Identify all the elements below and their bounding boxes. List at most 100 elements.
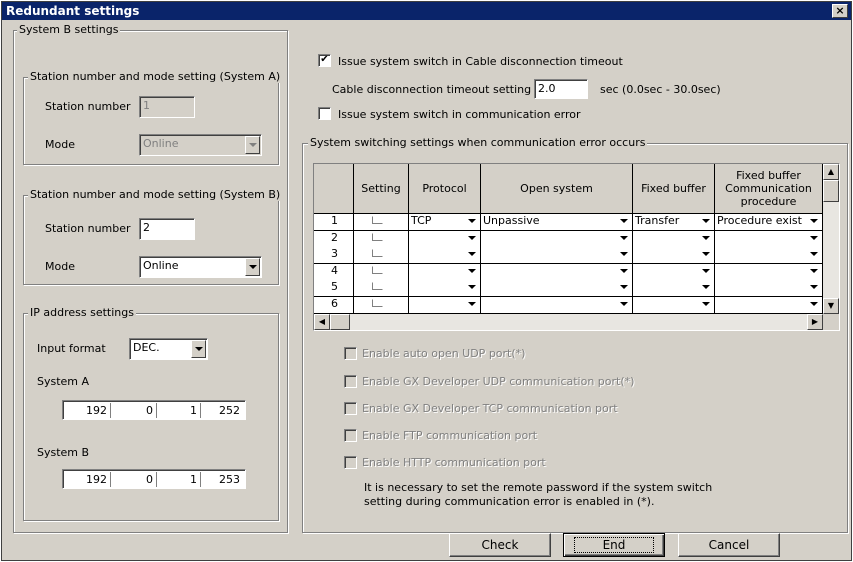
table-cell-fixed[interactable] bbox=[633, 230, 715, 248]
scroll-down-icon[interactable]: ▼ bbox=[823, 298, 839, 314]
table-cell-open[interactable] bbox=[481, 247, 633, 264]
station-a-mode-select: Online bbox=[139, 134, 262, 156]
table-cell-proc[interactable] bbox=[715, 280, 823, 297]
close-icon[interactable]: × bbox=[832, 4, 848, 18]
ip-octet[interactable]: 1 bbox=[157, 472, 201, 487]
table-cell-fixed[interactable] bbox=[633, 280, 715, 297]
scroll-hthumb[interactable] bbox=[330, 314, 350, 330]
chevron-down-icon[interactable] bbox=[465, 298, 479, 309]
table-cell-proc[interactable]: Procedure exist bbox=[715, 214, 823, 231]
table-cell-open[interactable] bbox=[481, 296, 633, 314]
chevron-down-icon[interactable] bbox=[465, 281, 479, 292]
table-cell-open[interactable] bbox=[481, 230, 633, 248]
setting-checkbox[interactable] bbox=[354, 263, 409, 281]
chevron-down-icon[interactable] bbox=[465, 248, 479, 259]
cell-text bbox=[633, 231, 635, 244]
table-cell-proc[interactable] bbox=[715, 296, 823, 314]
chevron-down-icon[interactable] bbox=[807, 265, 821, 276]
cell-text: Unpassive bbox=[483, 214, 540, 227]
ftp-checkbox bbox=[344, 429, 357, 442]
station-a-number-label: Station number bbox=[45, 100, 131, 113]
end-button[interactable]: End bbox=[563, 533, 665, 557]
checkbox-icon[interactable] bbox=[372, 249, 383, 257]
horizontal-scrollbar[interactable] bbox=[314, 314, 823, 330]
check-button[interactable]: Check bbox=[449, 533, 551, 557]
chevron-down-icon[interactable] bbox=[617, 298, 631, 309]
cable-timeout-input[interactable]: 2.0 bbox=[534, 79, 588, 99]
table-cell-proc[interactable] bbox=[715, 247, 823, 264]
cell-text bbox=[715, 297, 717, 310]
ip-octet[interactable]: 253 bbox=[201, 472, 243, 487]
setting-checkbox[interactable] bbox=[354, 214, 409, 231]
table-cell-fixed[interactable] bbox=[633, 296, 715, 314]
chevron-down-icon[interactable] bbox=[245, 258, 260, 276]
input-format-value: DEC. bbox=[133, 341, 160, 354]
corner-header bbox=[314, 164, 354, 214]
ip-octet[interactable]: 0 bbox=[111, 472, 157, 487]
checkbox-icon[interactable] bbox=[372, 282, 383, 290]
table-cell-fixed[interactable]: Transfer bbox=[633, 214, 715, 231]
table-cell-open[interactable] bbox=[481, 263, 633, 281]
checkbox-icon[interactable] bbox=[372, 232, 383, 241]
checkbox-icon[interactable] bbox=[372, 298, 383, 307]
chevron-down-icon[interactable] bbox=[807, 215, 821, 226]
table-cell-protocol[interactable] bbox=[409, 296, 481, 314]
checkbox-icon[interactable] bbox=[372, 265, 383, 274]
table-cell-fixed[interactable] bbox=[633, 247, 715, 264]
cell-text: 6 bbox=[331, 296, 338, 310]
checkbox-icon[interactable] bbox=[372, 216, 383, 224]
chevron-down-icon[interactable] bbox=[617, 281, 631, 292]
setting-checkbox[interactable] bbox=[354, 296, 409, 314]
station-b-number-input[interactable]: 2 bbox=[139, 218, 195, 240]
station-b-mode-select[interactable]: Online bbox=[139, 256, 262, 278]
table-cell-protocol[interactable] bbox=[409, 247, 481, 264]
table-cell-protocol[interactable] bbox=[409, 280, 481, 297]
table-cell-protocol[interactable]: TCP bbox=[409, 214, 481, 231]
setting-checkbox[interactable] bbox=[354, 230, 409, 248]
chevron-down-icon[interactable] bbox=[807, 232, 821, 243]
chevron-down-icon[interactable] bbox=[617, 232, 631, 243]
chevron-down-icon[interactable] bbox=[807, 281, 821, 292]
table-cell-open[interactable]: Unpassive bbox=[481, 214, 633, 231]
issue-comm-error-checkbox[interactable] bbox=[318, 107, 331, 120]
chevron-down-icon[interactable] bbox=[465, 232, 479, 243]
chevron-down-icon[interactable] bbox=[699, 232, 713, 243]
chevron-down-icon[interactable] bbox=[465, 215, 479, 226]
input-format-select[interactable]: DEC. bbox=[129, 338, 208, 360]
issue-cable-timeout-checkbox[interactable]: ✔ bbox=[318, 54, 331, 67]
chevron-down-icon[interactable] bbox=[699, 248, 713, 259]
ip-octet[interactable]: 192 bbox=[65, 403, 111, 418]
chevron-down-icon[interactable] bbox=[617, 265, 631, 276]
chevron-down-icon[interactable] bbox=[699, 215, 713, 226]
chevron-down-icon[interactable] bbox=[617, 215, 631, 226]
ip-octet[interactable]: 1 bbox=[157, 403, 201, 418]
scroll-up-icon[interactable]: ▲ bbox=[823, 164, 839, 180]
chevron-down-icon[interactable] bbox=[465, 265, 479, 276]
ip-octet[interactable]: 192 bbox=[65, 472, 111, 487]
chevron-down-icon[interactable] bbox=[617, 248, 631, 259]
chevron-down-icon[interactable] bbox=[699, 265, 713, 276]
chevron-down-icon[interactable] bbox=[699, 281, 713, 292]
chevron-down-icon[interactable] bbox=[191, 340, 206, 358]
ip-octet[interactable]: 252 bbox=[201, 403, 243, 418]
chevron-down-icon[interactable] bbox=[807, 298, 821, 309]
table-cell-protocol[interactable] bbox=[409, 263, 481, 281]
table-cell-open[interactable] bbox=[481, 280, 633, 297]
scroll-right-icon[interactable]: ▶ bbox=[807, 314, 823, 330]
table-cell-fixed[interactable] bbox=[633, 263, 715, 281]
setting-checkbox[interactable] bbox=[354, 280, 409, 297]
setting-checkbox[interactable] bbox=[354, 247, 409, 264]
chevron-down-icon[interactable] bbox=[699, 298, 713, 309]
system-b-ip-input[interactable]: 192 0 1 253 bbox=[62, 469, 246, 489]
ip-octet[interactable]: 0 bbox=[111, 403, 157, 418]
station-b-number-label: Station number bbox=[45, 222, 131, 235]
scroll-left-icon[interactable]: ◀ bbox=[314, 314, 330, 330]
system-a-ip-input[interactable]: 192 0 1 252 bbox=[62, 400, 246, 420]
table-cell-protocol[interactable] bbox=[409, 230, 481, 248]
scroll-thumb[interactable] bbox=[823, 180, 839, 202]
table-cell-proc[interactable] bbox=[715, 230, 823, 248]
table-cell-proc[interactable] bbox=[715, 263, 823, 281]
cancel-button[interactable]: Cancel bbox=[678, 533, 780, 557]
chevron-down-icon[interactable] bbox=[807, 248, 821, 259]
cell-text bbox=[633, 280, 635, 293]
